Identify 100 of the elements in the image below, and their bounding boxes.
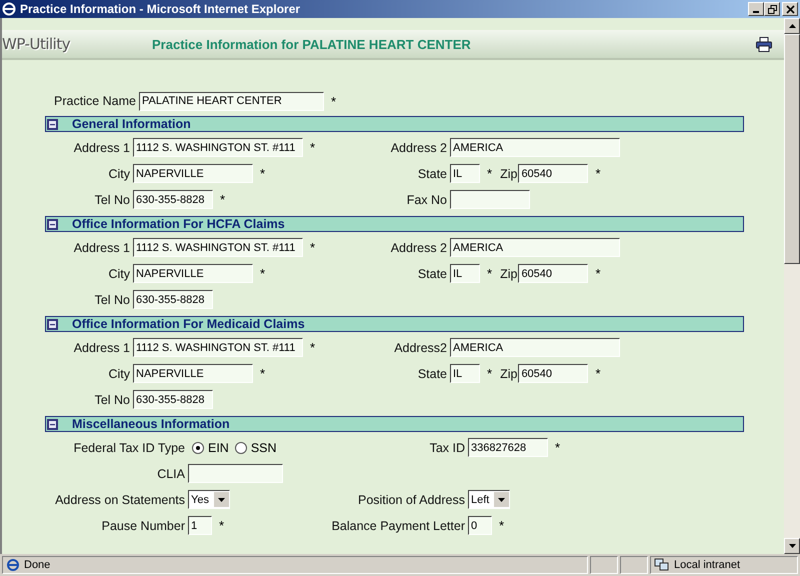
radio-icon[interactable] — [192, 442, 204, 454]
field-label: State — [418, 366, 447, 380]
field-label: Zip — [500, 166, 518, 180]
required-mark: * — [220, 192, 226, 207]
required-mark: * — [487, 366, 492, 381]
field-label: Address2 — [394, 340, 447, 354]
address-field[interactable]: AMERICA — [450, 138, 620, 157]
field-label: State — [418, 266, 447, 280]
field-label: City — [108, 166, 130, 180]
taxid-field[interactable]: 336827628 — [468, 438, 548, 457]
address-field[interactable]: 1112 S. WASHINGTON ST. #111 — [133, 338, 303, 357]
city-field[interactable]: NAPERVILLE — [133, 364, 253, 383]
zip-field[interactable]: 60540 — [518, 264, 588, 283]
field-label: Balance Payment Letter — [332, 518, 465, 532]
required-mark: * — [487, 166, 492, 181]
name-field[interactable]: PALATINE HEART CENTER — [139, 92, 324, 110]
required-mark: * — [260, 166, 266, 181]
field-label: Position of Address — [358, 492, 465, 506]
city-field[interactable]: NAPERVILLE — [133, 264, 253, 283]
caret-icon — [212, 492, 229, 507]
address-field[interactable]: 1112 S. WASHINGTON ST. #111 — [133, 138, 303, 157]
phone-field[interactable] — [450, 190, 530, 209]
close-icon — [786, 4, 794, 14]
field-label: Tax ID — [430, 440, 465, 454]
state-field[interactable]: IL — [450, 264, 480, 283]
field-label: Fax No — [406, 192, 447, 206]
address-field[interactable]: AMERICA — [450, 238, 620, 257]
section-header[interactable]: Office Information For Medicaid Claims — [45, 316, 744, 332]
field-label: Address 1 — [74, 340, 130, 354]
radio-option[interactable]: EIN — [192, 440, 229, 454]
close-button[interactable] — [782, 2, 798, 16]
field-label: Pause Number — [102, 518, 185, 532]
dropdown[interactable]: Left — [468, 490, 510, 509]
required-mark: * — [555, 440, 560, 455]
number-field[interactable]: 1 — [188, 516, 212, 535]
address-field[interactable]: 1112 S. WASHINGTON ST. #111 — [133, 238, 303, 257]
network-icon — [654, 558, 670, 572]
dropdown[interactable]: Yes — [188, 490, 230, 509]
browser-logo-icon — [2, 2, 16, 16]
radio-icon[interactable] — [234, 442, 247, 454]
zip-field[interactable]: 60540 — [518, 164, 588, 183]
minimize-button[interactable] — [748, 2, 764, 16]
field-label: Address 2 — [390, 240, 447, 254]
section-header[interactable]: Miscellaneous Information — [45, 416, 744, 432]
phone-field[interactable]: 630-355-8828 — [133, 290, 213, 309]
required-mark: * — [595, 166, 600, 181]
required-mark: * — [595, 266, 600, 281]
field-label: Tel No — [94, 192, 130, 206]
restore-icon — [768, 4, 776, 14]
field-label: Tel No — [94, 392, 130, 406]
required-mark: * — [499, 518, 504, 533]
field-label: City — [108, 366, 130, 380]
restore-button[interactable] — [764, 2, 780, 16]
radio-option[interactable]: SSN — [234, 440, 277, 454]
field-label: State — [418, 166, 447, 180]
collapse-icon[interactable] — [47, 218, 58, 230]
section-header[interactable]: General Information — [45, 116, 744, 132]
collapse-icon[interactable] — [47, 418, 58, 430]
status-pane — [620, 556, 648, 574]
scrollbar[interactable] — [784, 18, 800, 554]
number-field[interactable]: 0 — [468, 516, 492, 535]
caret-icon — [493, 492, 510, 507]
field-label: Zip — [500, 266, 518, 280]
collapse-icon[interactable] — [47, 118, 58, 130]
status-pane — [590, 556, 618, 574]
scroll-down-icon[interactable] — [788, 544, 796, 548]
field-label: Tel No — [94, 292, 130, 306]
state-field[interactable]: IL — [450, 164, 480, 183]
required-mark: * — [310, 140, 316, 155]
required-mark: * — [260, 366, 266, 381]
field-label: CLIA — [157, 466, 185, 480]
city-field[interactable]: NAPERVILLE — [133, 164, 253, 183]
required-mark: * — [310, 240, 316, 255]
required-mark: * — [260, 266, 266, 281]
field-label: Address 2 — [390, 140, 447, 154]
required-mark: * — [310, 340, 316, 355]
phone-field[interactable]: 630-355-8828 — [133, 390, 213, 409]
required-mark: * — [595, 366, 600, 381]
zone-text: Local intranet — [674, 559, 740, 571]
field-label: Federal Tax ID Type — [74, 440, 185, 454]
required-mark: * — [487, 266, 492, 281]
clia-field[interactable] — [188, 464, 283, 483]
state-field[interactable]: IL — [450, 364, 480, 383]
printer-icon[interactable] — [756, 36, 772, 52]
address-field[interactable]: AMERICA — [450, 338, 620, 357]
collapse-icon[interactable] — [47, 318, 58, 330]
section-header[interactable]: Office Information For HCFA Claims — [45, 216, 744, 232]
field-label: City — [108, 266, 130, 280]
zip-field[interactable]: 60540 — [518, 364, 588, 383]
field-label: Address 1 — [74, 140, 130, 154]
required-mark: * — [219, 518, 224, 533]
scroll-thumb[interactable] — [784, 34, 800, 264]
field-label: Address 1 — [74, 240, 130, 254]
window-title: Practice Information - Microsoft Internet Explorer — [20, 2, 302, 16]
scroll-up-icon[interactable] — [788, 24, 796, 28]
field-label: Zip — [500, 366, 518, 380]
app-name: WP-Utility — [2, 35, 72, 53]
field-label: Address on Statements — [55, 492, 185, 506]
phone-field[interactable]: 630-355-8828 — [133, 190, 213, 209]
status-text: Done — [24, 559, 50, 571]
